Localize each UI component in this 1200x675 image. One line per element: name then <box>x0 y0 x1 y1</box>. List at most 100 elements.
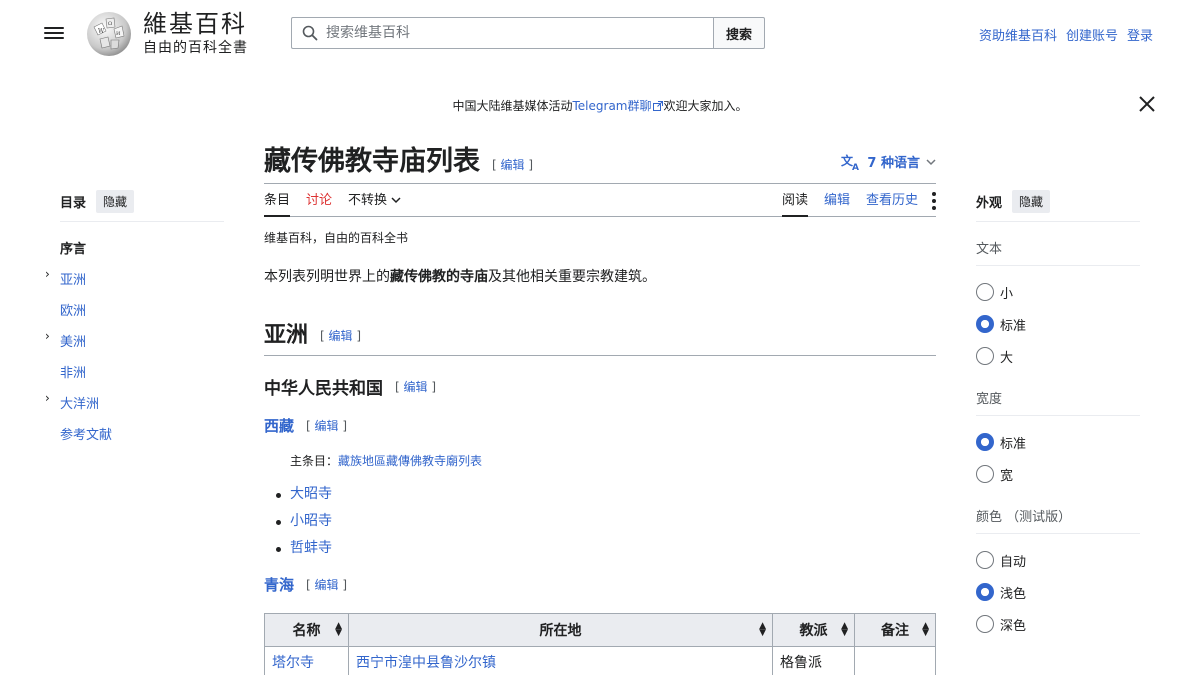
radio-label: 大 <box>1000 350 1014 366</box>
main-menu-button[interactable] <box>44 24 64 42</box>
toc-item-label: 非洲 <box>60 366 87 381</box>
section-tibet-edit-link[interactable]: 编辑 <box>315 419 339 433</box>
intro-paragraph: 本列表列明世界上的藏传佛教的寺庙及其他相关重要宗教建筑。 <box>264 266 936 286</box>
list-item[interactable]: 大昭寺 <box>276 481 936 508</box>
intro-bold: 的寺庙 <box>446 269 488 285</box>
appearance-header: 外观 隐藏 <box>976 190 1140 222</box>
chevron-right-icon[interactable]: › <box>45 383 50 414</box>
section-qinghai-edit-link[interactable]: 编辑 <box>315 578 339 592</box>
external-link-icon <box>652 101 663 111</box>
sort-icon[interactable]: ▲ ▼ <box>335 622 342 638</box>
section-tibet-title[interactable]: 西藏 <box>264 415 294 436</box>
chevron-right-icon[interactable]: › <box>45 259 50 290</box>
radio-button[interactable] <box>976 465 994 483</box>
toc-list: 序言 › 亚洲 欧洲 › 美洲 非洲 › 大洋洲 参考文献 <box>45 234 224 451</box>
chevron-right-icon[interactable]: › <box>45 321 50 352</box>
appearance-panel: 外观 隐藏 文本 小 标准 大 宽度 标准 宽 颜色 （测试版） 自动 浅色 深… <box>976 190 1140 640</box>
radio-button-selected[interactable] <box>976 433 994 451</box>
radio-button[interactable] <box>976 551 994 569</box>
column-header-note[interactable]: 备注 ▲ ▼ <box>854 613 936 647</box>
temple-location-link[interactable]: 西宁市湟中县鲁沙尔镇 <box>348 646 773 675</box>
toc-item-oceania[interactable]: › 大洋洲 <box>45 389 224 420</box>
toc-item-asia[interactable]: › 亚洲 <box>45 265 224 296</box>
wikipedia-logo[interactable]: 維基百科 自由的百科全書 <box>143 10 248 57</box>
column-header-school[interactable]: 教派 ▲ ▼ <box>772 613 855 647</box>
toc-item-label: 亚洲 <box>60 273 87 288</box>
sort-icon[interactable]: ▲ ▼ <box>922 622 929 638</box>
hatnote-label: 主条目： <box>290 454 339 468</box>
section-edit-bracket: [ 编辑 ] <box>395 380 437 394</box>
login-link[interactable]: 登录 <box>1127 25 1153 44</box>
create-account-link[interactable]: 创建账号 <box>1066 25 1118 44</box>
language-count: 7 种语言 <box>867 156 920 171</box>
radio-label: 标准 <box>1000 436 1027 452</box>
toc-header: 目录 隐藏 <box>60 190 224 222</box>
toc-item-americas[interactable]: › 美洲 <box>45 327 224 358</box>
title-edit-link[interactable]: 编辑 <box>501 158 525 172</box>
sort-icon[interactable]: ▲ ▼ <box>759 622 766 638</box>
toc-item-references[interactable]: 参考文献 <box>60 420 224 451</box>
appearance-title: 外观 <box>976 196 1003 211</box>
section-asia-edit-link[interactable]: 编辑 <box>329 329 353 343</box>
radio-width-wide[interactable]: 宽 <box>976 458 1140 490</box>
search-button[interactable]: 搜索 <box>713 17 765 49</box>
more-actions-icon[interactable] <box>932 191 936 210</box>
appearance-hide-button[interactable]: 隐藏 <box>1012 190 1051 213</box>
site-notice: 中国大陆维基媒体活动Telegram群聊 欢迎大家加入。 <box>0 97 1200 114</box>
tab-edit[interactable]: 编辑 <box>824 184 850 217</box>
tab-history[interactable]: 查看历史 <box>866 184 918 217</box>
tab-article[interactable]: 条目 <box>264 184 291 217</box>
language-button[interactable]: 文 A 7 种语言 <box>841 152 936 171</box>
section-prc-edit-link[interactable]: 编辑 <box>404 380 428 394</box>
telegram-link[interactable]: Telegram群聊 <box>573 99 652 113</box>
tibetan-buddhism-link[interactable]: 藏传佛教 <box>390 269 446 285</box>
sort-icon[interactable]: ▲ ▼ <box>841 622 848 638</box>
radio-width-standard[interactable]: 标准 <box>976 426 1140 458</box>
variant-dropdown[interactable]: 不转换 <box>348 184 401 217</box>
toc-item-europe[interactable]: 欧洲 <box>60 296 224 327</box>
toc-item-africa[interactable]: 非洲 <box>60 358 224 389</box>
logo-tagline: 自由的百科全書 <box>143 40 248 56</box>
column-header-name[interactable]: 名称 ▲ ▼ <box>264 613 349 647</box>
wikipedia-globe-icon[interactable]: W Ω И <box>84 9 134 57</box>
tab-talk[interactable]: 讨论 <box>306 184 332 217</box>
variant-label: 不转换 <box>348 192 388 208</box>
toc-item-label: 欧洲 <box>60 304 87 319</box>
search-box[interactable] <box>291 17 713 49</box>
temple-name-link[interactable]: 塔尔寺 <box>264 646 349 675</box>
radio-color-light[interactable]: 浅色 <box>976 576 1140 608</box>
svg-text:W: W <box>98 28 105 35</box>
list-item[interactable]: 小昭寺 <box>276 508 936 535</box>
radio-button-selected[interactable] <box>976 583 994 601</box>
section-edit-bracket: [ 编辑 ] <box>320 329 362 343</box>
chevron-down-icon <box>926 158 936 165</box>
radio-button[interactable] <box>976 615 994 633</box>
main-article-link[interactable]: 藏族地區藏傳佛教寺廟列表 <box>338 454 482 468</box>
section-prc-title: 中华人民共和国 <box>264 379 383 399</box>
radio-button[interactable] <box>976 347 994 365</box>
header-label: 所在地 <box>539 623 582 639</box>
donate-link[interactable]: 资助维基百科 <box>979 25 1057 44</box>
radio-button-selected[interactable] <box>976 315 994 333</box>
radio-label: 自动 <box>1000 554 1027 570</box>
hamburger-icon-line <box>44 37 64 39</box>
svg-text:Ω: Ω <box>108 21 112 27</box>
column-header-location[interactable]: 所在地 ▲ ▼ <box>348 613 773 647</box>
section-asia-title: 亚洲 <box>264 322 309 348</box>
radio-text-large[interactable]: 大 <box>976 340 1140 372</box>
list-item[interactable]: 哲蚌寺 <box>276 535 936 562</box>
close-icon[interactable] <box>1137 94 1157 114</box>
radio-color-dark[interactable]: 深色 <box>976 608 1140 640</box>
radio-text-standard[interactable]: 标准 <box>976 308 1140 340</box>
radio-color-auto[interactable]: 自动 <box>976 544 1140 576</box>
search-icon <box>302 25 318 41</box>
radio-text-small[interactable]: 小 <box>976 276 1140 308</box>
search-input[interactable] <box>326 25 686 41</box>
section-qinghai-title[interactable]: 青海 <box>264 574 294 595</box>
tab-read[interactable]: 阅读 <box>781 184 808 217</box>
radio-button[interactable] <box>976 283 994 301</box>
tibet-temple-list: 大昭寺 小昭寺 哲蚌寺 <box>276 481 936 562</box>
toc-item-intro[interactable]: 序言 <box>60 234 224 265</box>
toc-hide-button[interactable]: 隐藏 <box>96 190 135 213</box>
translate-icon: 文 A <box>841 153 859 171</box>
